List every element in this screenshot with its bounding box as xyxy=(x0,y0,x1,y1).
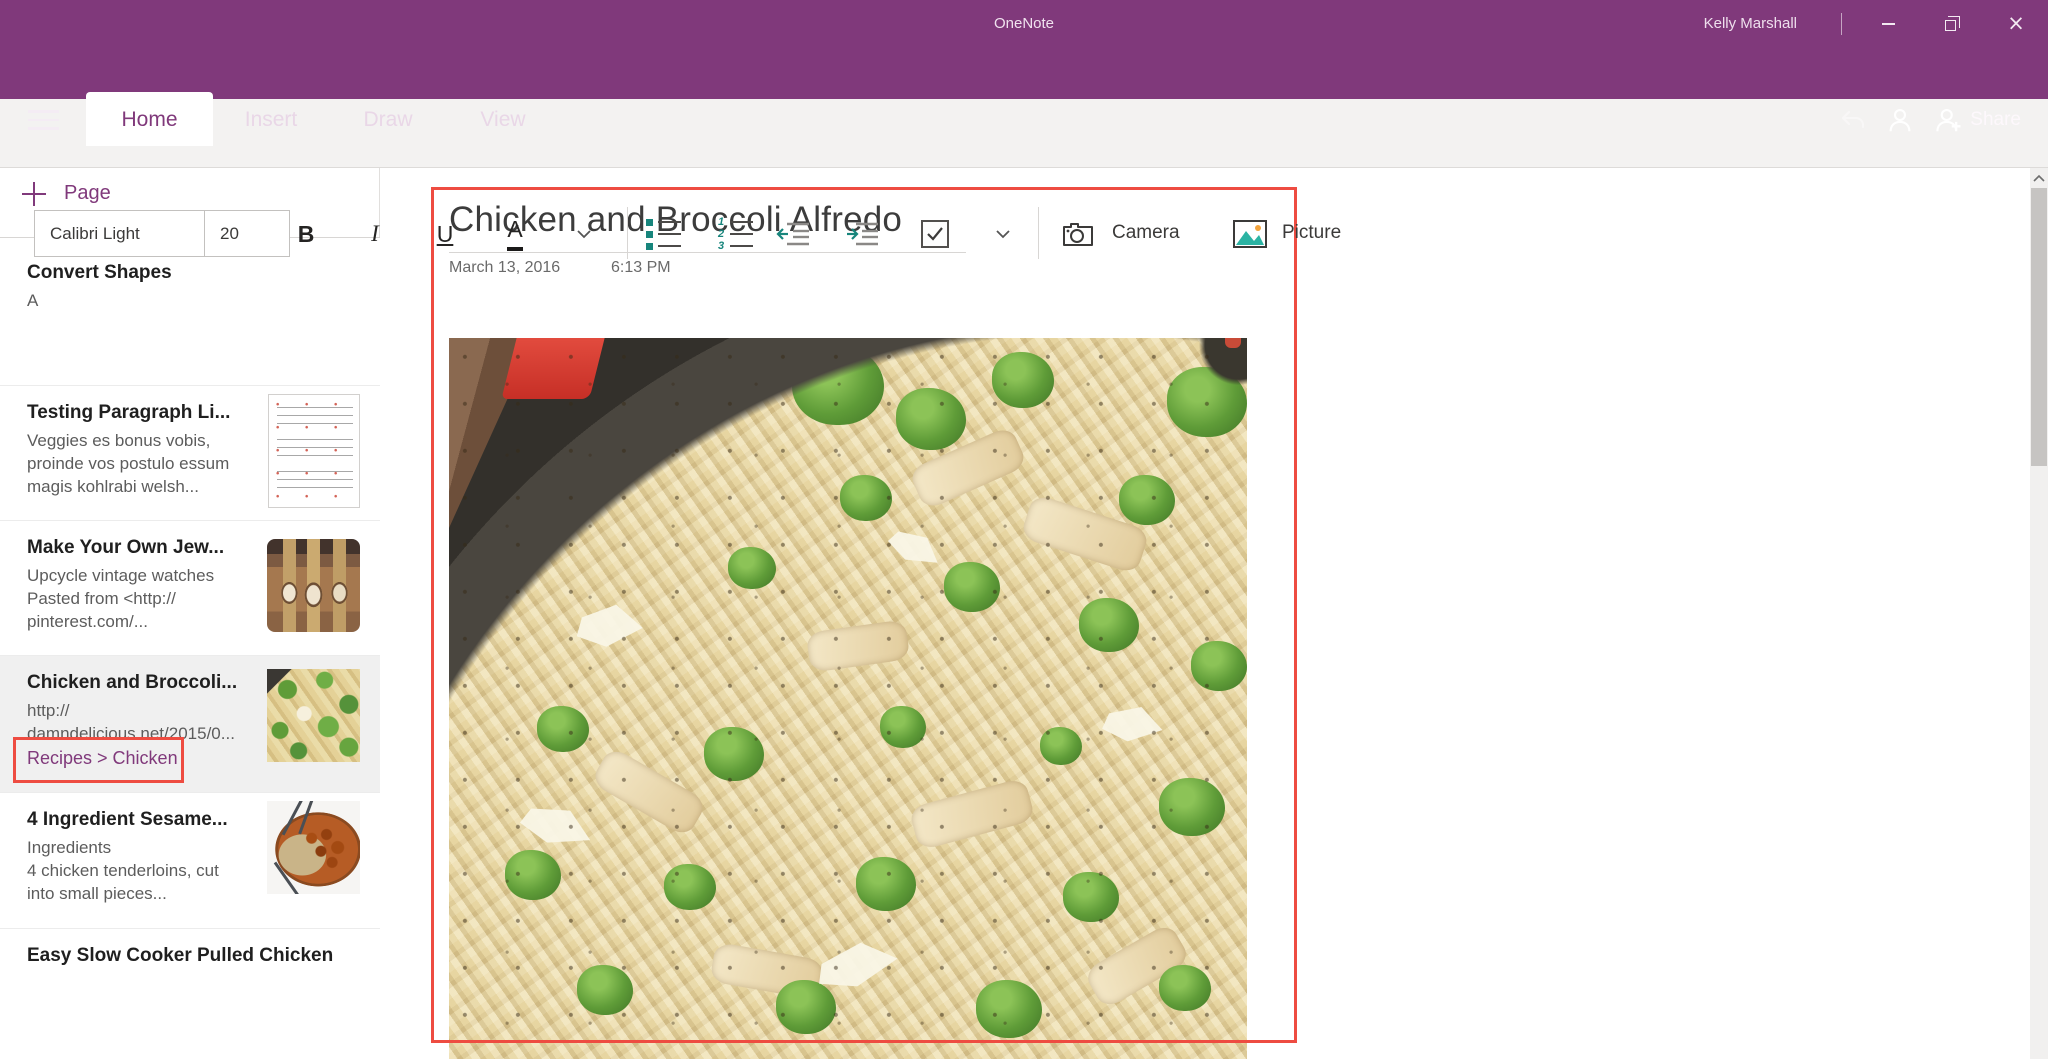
chevron-down-icon xyxy=(576,229,592,239)
page-item-snippet: Upcycle vintage watches Pasted from <htt… xyxy=(27,564,265,633)
camera-icon xyxy=(1060,219,1096,249)
undo-button[interactable] xyxy=(1830,94,1876,146)
add-page-label: Page xyxy=(64,182,111,205)
page-item-snippet: Veggies es bonus vobis, proinde vos post… xyxy=(27,429,265,498)
chevron-down-icon xyxy=(995,229,1011,239)
page-item-pulled-chicken[interactable]: Easy Slow Cooker Pulled Chicken xyxy=(0,928,380,1059)
tags-dropdown[interactable] xyxy=(981,211,1025,257)
picture-button[interactable] xyxy=(1228,211,1272,257)
tab-insert[interactable]: Insert xyxy=(230,94,312,146)
font-size-input[interactable]: 20 xyxy=(205,211,289,256)
page-item-title: Chicken and Broccoli... xyxy=(27,672,272,694)
page-list-sidebar: Page Convert Shapes A Testing Paragraph … xyxy=(0,168,380,1059)
font-color-button[interactable]: A xyxy=(493,211,537,257)
share-person-plus-icon xyxy=(1933,105,1963,135)
toolbar-separator xyxy=(1038,207,1039,259)
font-options-dropdown[interactable] xyxy=(562,211,606,257)
camera-label[interactable]: Camera xyxy=(1112,198,1180,267)
todo-checkbox-icon xyxy=(921,220,949,248)
increase-indent-button[interactable] xyxy=(841,211,885,257)
share-button[interactable]: Share xyxy=(1924,94,2030,146)
page-item-title: Make Your Own Jew... xyxy=(27,537,272,559)
restore-button[interactable] xyxy=(1920,0,1984,47)
toolbar-separator xyxy=(627,207,628,259)
note-date: March 13, 2016 xyxy=(449,259,560,277)
titlebar-right: Kelly Marshall × xyxy=(1704,0,2048,47)
close-icon: × xyxy=(2007,13,2025,34)
page-item-snippet: Ingredients 4 chicken tenderloins, cut i… xyxy=(27,836,265,905)
ribbon-tab-row: Home Insert Draw View Share xyxy=(0,47,2048,99)
todo-tag-button[interactable] xyxy=(913,211,957,257)
ribbon-right-actions: Share xyxy=(1830,94,2048,146)
camera-button[interactable] xyxy=(1056,211,1100,257)
undo-icon xyxy=(1839,108,1867,132)
page-thumbnail-watches-photo xyxy=(267,539,360,632)
plus-icon xyxy=(22,182,46,206)
tab-view[interactable]: View xyxy=(466,94,540,146)
photo-detail xyxy=(1225,338,1241,348)
page-thumbnail-sesame-chicken-photo xyxy=(267,801,360,894)
numbered-list-icon: 1 2 3 xyxy=(717,219,753,250)
italic-button[interactable]: I xyxy=(353,211,397,257)
tab-home[interactable]: Home xyxy=(86,92,213,146)
page-item-convert-shapes[interactable]: Convert Shapes A xyxy=(0,238,380,385)
red-pan-handle xyxy=(501,338,604,399)
titlebar-divider xyxy=(1841,13,1842,35)
close-button[interactable]: × xyxy=(1984,0,2048,47)
page-thumbnail-document xyxy=(268,394,360,508)
skillet-rim xyxy=(449,338,1247,1059)
hamburger-menu-button[interactable] xyxy=(28,110,59,130)
page-item-testing-paragraph[interactable]: Testing Paragraph Li... Veggies es bonus… xyxy=(0,385,380,520)
page-item-title: Convert Shapes xyxy=(27,262,272,284)
person-icon xyxy=(1885,105,1915,135)
vertical-scrollbar[interactable] xyxy=(2030,168,2048,1059)
scrollbar-thumb[interactable] xyxy=(2031,188,2047,466)
bullet-list-icon xyxy=(646,219,681,250)
page-item-make-your-own-jewelry[interactable]: Make Your Own Jew... Upcycle vintage wat… xyxy=(0,520,380,655)
decrease-indent-button[interactable] xyxy=(772,211,816,257)
restore-icon xyxy=(1945,20,1956,31)
page-item-chicken-broccoli[interactable]: Chicken and Broccoli... http:// damndeli… xyxy=(0,655,380,792)
bullet-list-button[interactable] xyxy=(641,211,685,257)
account-button[interactable] xyxy=(1876,94,1924,146)
decrease-indent-icon xyxy=(775,219,813,249)
minimize-button[interactable] xyxy=(1856,0,1920,47)
page-thumbnail-pasta-photo xyxy=(267,669,360,762)
increase-indent-icon xyxy=(844,219,882,249)
signed-in-user: Kelly Marshall xyxy=(1704,15,1797,32)
numbered-list-button[interactable]: 1 2 3 xyxy=(713,211,757,257)
recipe-photo[interactable] xyxy=(449,338,1247,1059)
minimize-icon xyxy=(1882,23,1895,25)
title-bar: OneNote Kelly Marshall × xyxy=(0,0,2048,47)
share-label: Share xyxy=(1970,109,2021,131)
wood-table xyxy=(449,338,535,528)
page-item-title: Easy Slow Cooker Pulled Chicken xyxy=(27,945,362,967)
page-item-title: Testing Paragraph Li... xyxy=(27,402,272,424)
picture-icon xyxy=(1232,219,1268,249)
page-item-snippet: A xyxy=(27,289,265,312)
note-time: 6:13 PM xyxy=(611,259,671,277)
page-item-sesame-chicken[interactable]: 4 Ingredient Sesame... Ingredients 4 chi… xyxy=(0,792,380,928)
page-item-title: 4 Ingredient Sesame... xyxy=(27,809,272,831)
section-breadcrumb[interactable]: Recipes > Chicken xyxy=(27,748,178,769)
scroll-up-button[interactable] xyxy=(2032,173,2046,183)
tab-draw[interactable]: Draw xyxy=(350,94,426,146)
font-controls: Calibri Light 20 xyxy=(34,210,290,257)
underline-button[interactable]: U xyxy=(423,211,467,257)
bold-button[interactable]: B xyxy=(284,211,328,257)
font-name-input[interactable]: Calibri Light xyxy=(35,211,205,256)
picture-label[interactable]: Picture xyxy=(1282,198,1341,267)
